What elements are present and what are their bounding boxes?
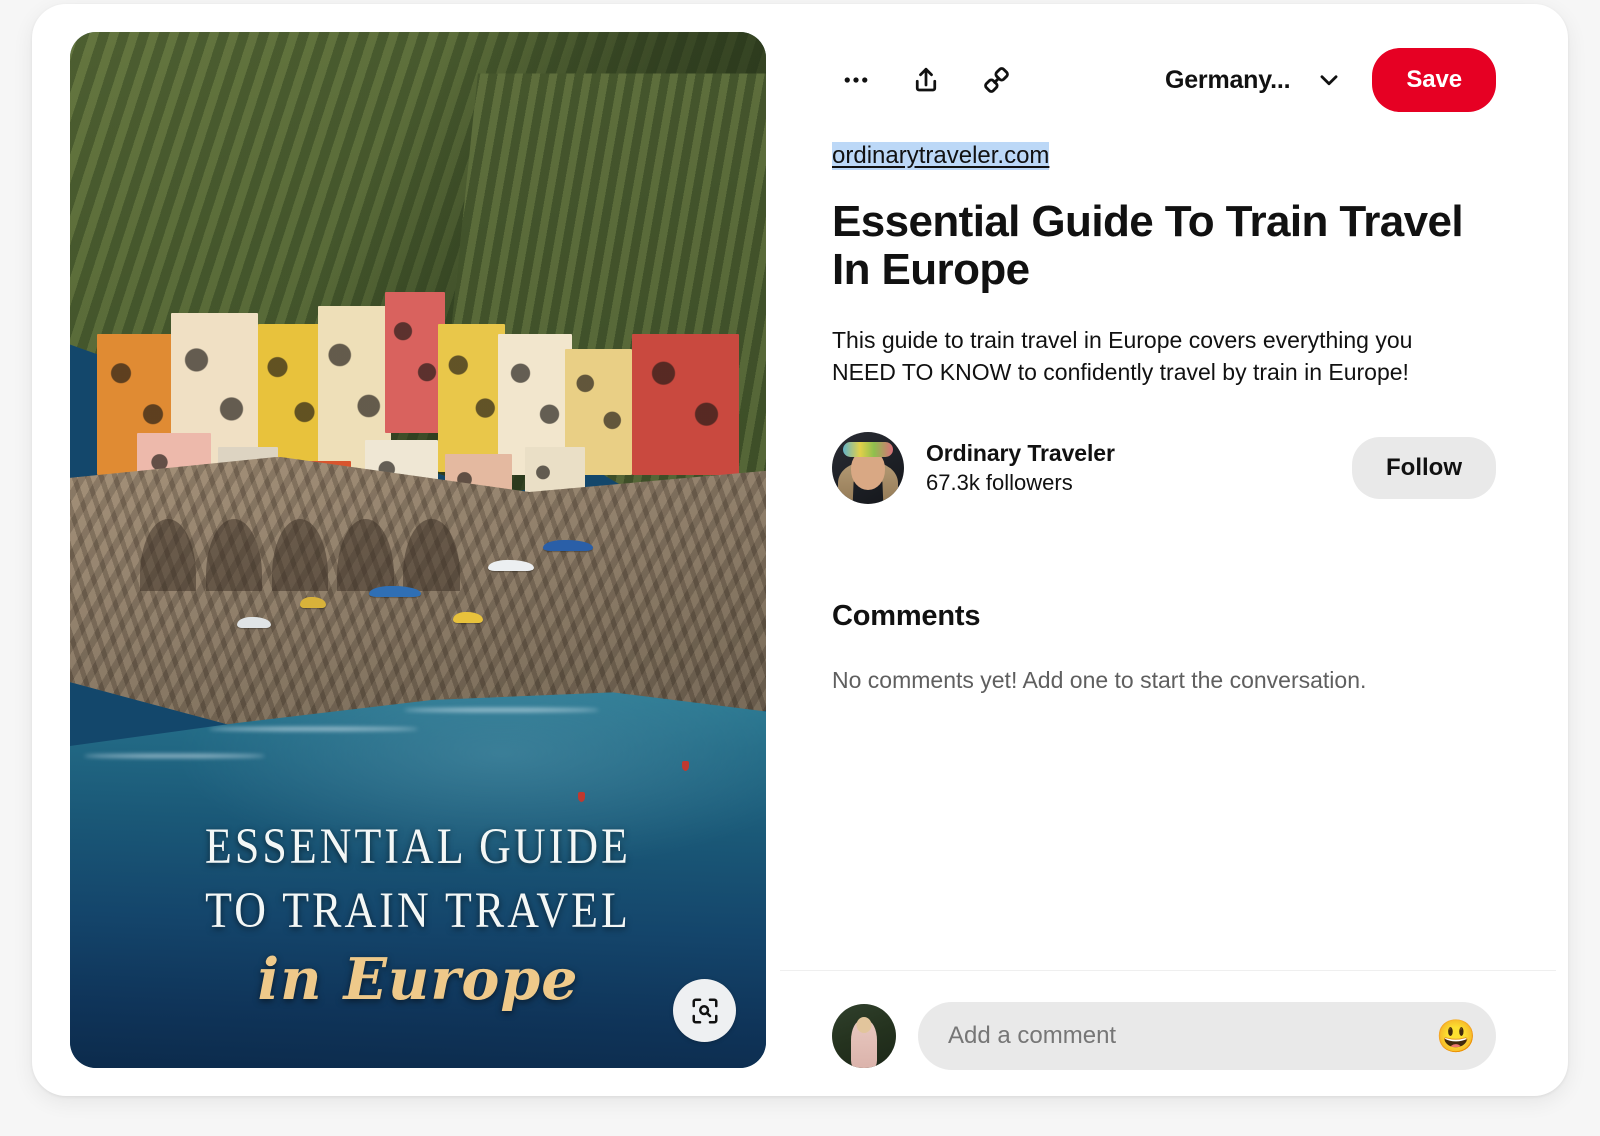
chain-link-icon [983,66,1009,93]
chevron-down-icon [1320,75,1338,86]
avatar-flower-crown [843,441,893,457]
author-avatar[interactable] [832,432,904,505]
lens-search-glyph [692,998,717,1023]
more-options-button[interactable] [832,56,880,104]
comment-input[interactable] [948,1022,1434,1050]
board-selector[interactable]: Germany... [1165,66,1342,95]
save-button[interactable]: Save [1372,48,1496,112]
image-stone-arches [139,498,460,592]
pin-image[interactable]: ESSENTIAL GUIDE TO TRAIN TRAVEL in Europ… [70,32,766,1068]
author-row: Ordinary Traveler 67.3k followers Follow [832,432,1496,505]
lens-search-icon[interactable] [673,979,736,1042]
pin-description: This guide to train travel in Europe cov… [832,326,1413,385]
follow-button[interactable]: Follow [1352,437,1496,500]
composer-divider [780,970,1556,971]
ellipsis-icon [844,77,868,83]
copy-link-button[interactable] [972,56,1020,104]
board-name-label: Germany... [1164,65,1291,94]
grinning-face-emoji[interactable]: 😃 [1434,1014,1478,1058]
pin-title: Essential Guide To Train Travel In Europ… [832,197,1464,295]
author-follower-count: 67.3k followers [926,470,1073,496]
pin-image-pane: ESSENTIAL GUIDE TO TRAIN TRAVEL in Europ… [32,4,768,1096]
comment-composer: 😃 [832,1002,1496,1070]
comments-heading: Comments [832,600,981,633]
pin-action-row: Germany... Save [832,34,1496,126]
author-name[interactable]: Ordinary Traveler [926,440,1115,467]
pin-detail-card: ESSENTIAL GUIDE TO TRAIN TRAVEL in Europ… [32,4,1568,1096]
source-url-link[interactable]: ordinarytraveler.com [832,142,1050,170]
avatar-head [856,1016,872,1033]
image-sea-water [70,692,766,1068]
current-user-avatar[interactable] [832,1004,896,1068]
pin-details-pane: Germany... Save ordinarytraveler.com Ess… [768,4,1568,1096]
share-upload-icon [915,67,937,92]
comments-empty-state: No comments yet! Add one to start the co… [832,667,1367,694]
comment-field[interactable]: 😃 [918,1002,1496,1070]
share-button[interactable] [902,56,950,104]
author-meta: Ordinary Traveler 67.3k followers [926,440,1115,496]
